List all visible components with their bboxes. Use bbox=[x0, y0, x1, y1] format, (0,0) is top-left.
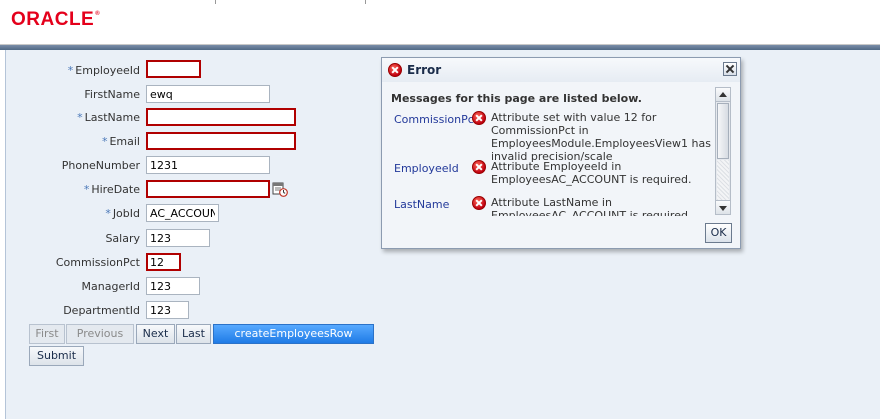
phonenumber-label: PhoneNumber bbox=[61, 159, 140, 172]
email-input[interactable] bbox=[146, 132, 296, 150]
calendar-icon[interactable] bbox=[272, 181, 288, 197]
error-dialog: Error Messages for this page are listed … bbox=[381, 57, 741, 249]
employeeid-input[interactable] bbox=[146, 60, 201, 78]
hiredate-label: * HireDate bbox=[83, 183, 140, 196]
dialog-titlebar[interactable]: Error bbox=[382, 58, 740, 82]
phonenumber-input[interactable] bbox=[146, 156, 270, 174]
last-button[interactable]: Last bbox=[176, 324, 211, 344]
hiredate-input[interactable] bbox=[146, 180, 270, 198]
message-text: Attribute set with value 12 for Commissi… bbox=[491, 111, 711, 163]
app-header: ORACLE® bbox=[0, 0, 880, 44]
scroll-track[interactable] bbox=[717, 160, 729, 200]
employeeid-label: * EmployeeId bbox=[67, 64, 140, 77]
scroll-thumb[interactable] bbox=[717, 103, 729, 159]
firstname-input[interactable] bbox=[146, 85, 270, 103]
next-button[interactable]: Next bbox=[136, 324, 175, 344]
header-divider bbox=[365, 0, 366, 4]
lastname-label: * LastName bbox=[77, 111, 140, 124]
departmentid-input[interactable] bbox=[146, 301, 189, 319]
message-field-link[interactable]: CommissionPct bbox=[394, 113, 478, 126]
header-divider bbox=[215, 0, 216, 4]
message-field-link[interactable]: LastName bbox=[394, 198, 449, 211]
message-scrollbar[interactable] bbox=[715, 87, 731, 215]
message-text: Attribute EmployeeId in EmployeesAC_ACCO… bbox=[491, 160, 692, 186]
first-button[interactable]: First bbox=[29, 324, 65, 344]
jobid-select[interactable] bbox=[146, 204, 219, 222]
salary-input[interactable] bbox=[146, 229, 210, 247]
message-text: Attribute LastName in EmployeesAC_ACCOUN… bbox=[491, 196, 692, 216]
email-label: * Email bbox=[101, 135, 140, 148]
ok-button[interactable]: OK bbox=[705, 223, 732, 243]
firstname-label: FirstName bbox=[84, 88, 140, 101]
previous-button[interactable]: Previous bbox=[66, 324, 134, 344]
commissionpct-input[interactable] bbox=[146, 253, 181, 271]
error-icon bbox=[388, 63, 402, 77]
jobid-label: * JobId bbox=[105, 207, 140, 220]
managerid-label: ManagerId bbox=[81, 280, 140, 293]
dialog-heading: Messages for this page are listed below. bbox=[391, 92, 642, 105]
oracle-logo: ORACLE® bbox=[11, 9, 101, 30]
error-icon bbox=[472, 111, 486, 125]
commissionpct-label: CommissionPct bbox=[55, 256, 140, 269]
error-icon bbox=[472, 160, 486, 174]
error-icon bbox=[472, 196, 486, 210]
lastname-input[interactable] bbox=[146, 108, 296, 126]
create-employees-row-button[interactable]: createEmployeesRow bbox=[213, 324, 374, 344]
scroll-down-icon[interactable] bbox=[716, 200, 730, 214]
salary-label: Salary bbox=[105, 232, 140, 245]
submit-button[interactable]: Submit bbox=[29, 346, 84, 366]
close-icon[interactable] bbox=[723, 62, 737, 76]
message-list: CommissionPct Attribute set with value 1… bbox=[391, 108, 713, 216]
dialog-title: Error bbox=[407, 63, 442, 77]
managerid-input[interactable] bbox=[146, 277, 200, 295]
message-field-link[interactable]: EmployeeId bbox=[394, 162, 459, 175]
departmentid-label: DepartmentId bbox=[63, 304, 140, 317]
scroll-up-icon[interactable] bbox=[716, 88, 730, 102]
